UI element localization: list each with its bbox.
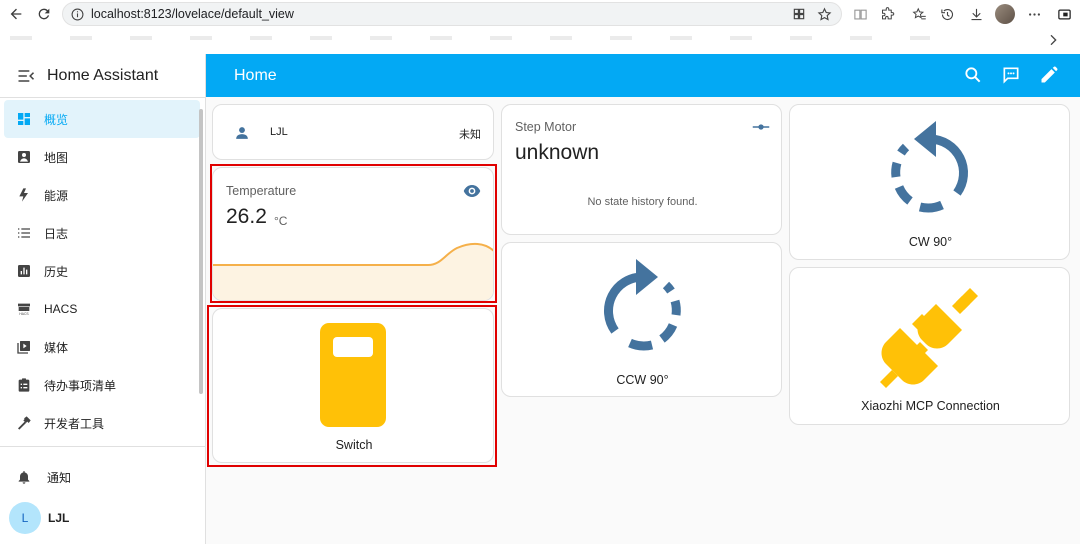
sidebar-item-hacs[interactable]: HACS HACS [4,290,200,328]
sidebar-title: Home Assistant [47,66,159,84]
hammer-icon [15,414,33,432]
hacs-icon: HACS [15,300,33,318]
sidebar-item-media[interactable]: 媒体 [4,328,200,366]
assist-chat-icon[interactable] [1001,65,1021,85]
avatar-initial: L [21,511,29,525]
sidebar-item-notifications[interactable]: 通知 [4,458,200,496]
history-message: No state history found. [587,196,698,208]
bookmarks-placeholder [10,36,930,40]
svg-text:HACS: HACS [19,312,29,316]
apps-icon[interactable] [792,7,806,21]
chart-bar-icon [15,262,33,280]
reload-icon[interactable] [34,4,54,24]
step-motor-card[interactable]: Step Motor unknown No state history foun… [501,104,782,235]
sidebar-item-overview[interactable]: 概览 [4,100,200,138]
sidebar-divider [0,446,205,447]
slider-icon [752,124,770,130]
entity-state: unknown [515,141,600,164]
sidebar-item-logbook[interactable]: 日志 [4,214,200,252]
page-title: Home [234,67,277,84]
sidebar-item-developer-tools[interactable]: 开发者工具 [4,404,200,442]
favorites-icon[interactable] [909,4,929,24]
more-options-icon[interactable] [1024,4,1044,24]
rotate-right-icon [891,121,968,213]
sidebar-item-map[interactable]: 地图 [4,138,200,176]
button-name: CW 90° [908,235,953,249]
sidebar-item-label: 通知 [47,470,72,485]
search-icon[interactable] [963,65,983,85]
sidebar-item-label: 待办事项清单 [44,378,117,393]
profile-avatar[interactable] [995,4,1015,24]
sidebar-scrollbar[interactable] [199,109,203,394]
button-name: Xiaozhi MCP Connection [861,399,1000,413]
list-icon [15,224,33,242]
account-icon [236,127,248,139]
url-text: localhost:8123/lovelace/default_view [91,7,294,21]
avatar: L [9,502,41,534]
star-icon[interactable] [817,7,832,22]
sidebar-item-label: 媒体 [44,340,69,355]
sidebar-item-label: HACS [44,302,78,316]
media-play-icon [15,338,33,356]
sidebar-item-todo[interactable]: 待办事项清单 [4,366,200,404]
person-card[interactable]: LJL 未知 [212,104,494,160]
mcp-connection-card[interactable]: Xiaozhi MCP Connection [789,267,1070,425]
person-name: LJL [270,126,288,138]
sidebar-item-label: 地图 [44,150,69,165]
sidebar: Home Assistant 概览 地图 能源 日志 历史 HACS HACS [0,54,206,544]
pencil-icon[interactable] [1039,65,1059,85]
entity-name: Step Motor [515,120,577,134]
button-name: CCW 90° [616,373,669,387]
address-bar[interactable]: localhost:8123/lovelace/default_view [62,2,842,26]
lightning-bolt-icon [15,186,33,204]
sidebar-item-label: 日志 [44,226,69,241]
bell-icon [15,468,33,486]
highlight-box-switch [207,305,497,467]
top-app-bar: Home [206,54,1080,97]
power-plug-icon [880,288,978,388]
history-icon[interactable] [937,4,957,24]
highlight-box-temperature [210,164,497,303]
sidebar-item-label: 概览 [44,112,69,127]
menu-open-icon[interactable] [16,66,36,86]
map-icon [15,148,33,166]
clipboard-list-icon [15,376,33,394]
sidebar-toggle-icon[interactable] [1054,4,1074,24]
ccw-button-card[interactable]: CCW 90° [501,242,782,397]
sidebar-item-label: 历史 [44,264,69,279]
back-arrow-icon[interactable] [6,4,26,24]
sidebar-nav: 概览 地图 能源 日志 历史 HACS HACS 媒体 待办事项清单 开发者工具 [0,100,206,442]
person-state: 未知 [459,129,481,141]
extensions-icon[interactable] [877,4,897,24]
cw-button-card[interactable]: CW 90° [789,104,1070,260]
chevron-right-icon[interactable] [1045,32,1061,48]
bookmarks-bar [0,30,1080,52]
user-name: LJL [48,511,70,525]
dashboard-icon [15,110,33,128]
reader-icon[interactable] [850,4,870,24]
browser-chrome: localhost:8123/lovelace/default_view [0,0,1080,54]
info-icon[interactable] [71,8,84,21]
rotate-left-icon [604,259,681,351]
sidebar-item-label: 开发者工具 [44,416,105,431]
sidebar-item-energy[interactable]: 能源 [4,176,200,214]
sidebar-item-label: 能源 [44,188,69,203]
download-icon[interactable] [966,4,986,24]
sidebar-item-history[interactable]: 历史 [4,252,200,290]
sidebar-item-profile[interactable]: L LJL [4,499,200,537]
sidebar-header: Home Assistant [0,54,205,98]
